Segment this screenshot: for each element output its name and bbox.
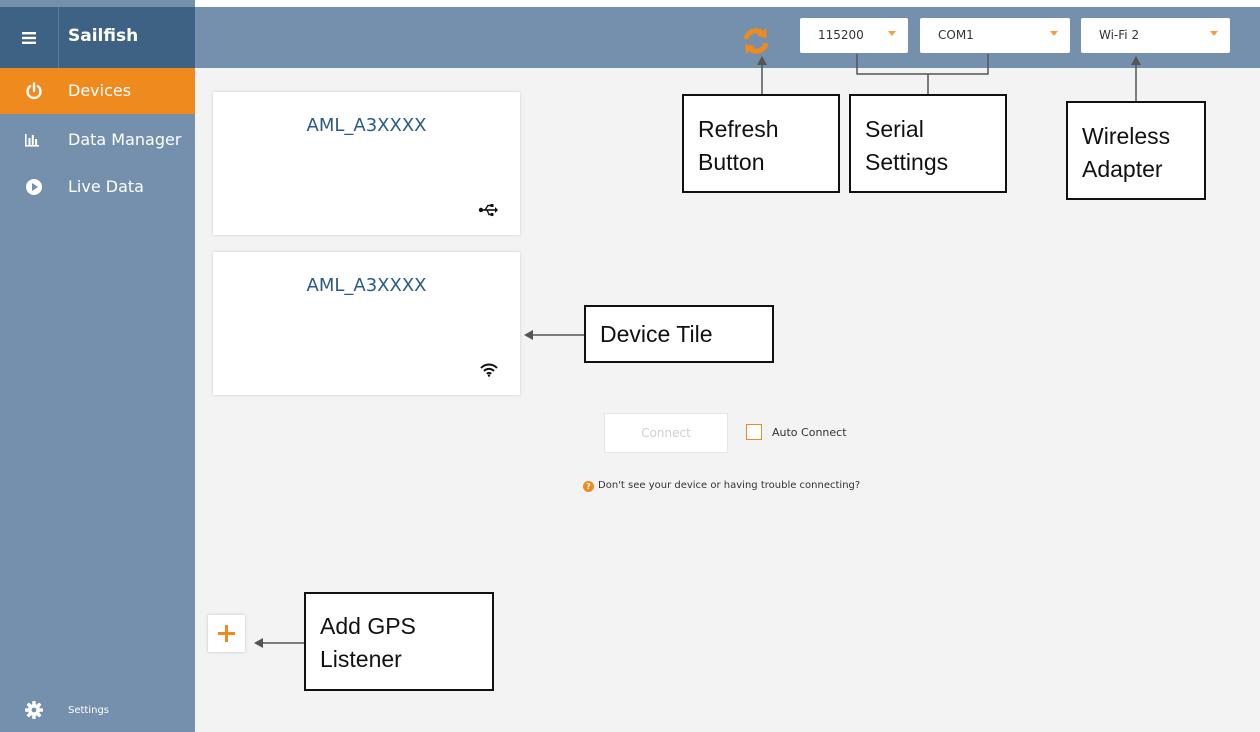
callout-line: Device Tile (600, 321, 713, 347)
refresh-icon (743, 28, 769, 54)
device-name: AML_A3XXXX (306, 115, 427, 136)
connection-help-link[interactable]: Don't see your device or having trouble … (598, 480, 860, 491)
power-icon (26, 82, 42, 100)
device-tile[interactable]: AML_A3XXXX (213, 92, 520, 235)
sidebar-item-label: Devices (68, 81, 132, 100)
callout-line: Settings (865, 149, 949, 175)
add-gps-listener-button[interactable] (208, 615, 245, 652)
com-port-select[interactable]: COM1 (920, 18, 1070, 53)
bar-chart-icon (25, 134, 39, 147)
callout-add-gps-listener: Add GPS Listener (304, 592, 494, 691)
callout-line: Refresh (698, 116, 779, 142)
com-port-value: COM1 (938, 28, 974, 42)
sidebar-item-data-manager[interactable]: Data Manager (0, 117, 195, 163)
chevron-down-icon (1050, 31, 1058, 36)
wireless-adapter-value: Wi-Fi 2 (1099, 28, 1140, 42)
callout-line: Button (698, 149, 765, 175)
callout-line: Wireless (1082, 123, 1171, 149)
chevron-down-icon (1210, 31, 1218, 36)
callout-line: Serial (865, 116, 924, 142)
hamburger-icon (22, 31, 36, 44)
callout-line: Add GPS (320, 613, 416, 639)
callout-device-tile: Device Tile (584, 305, 774, 363)
sidebar-item-label: Data Manager (68, 130, 182, 149)
sidebar-item-devices[interactable]: Devices (0, 68, 195, 114)
callout-serial-settings: Serial Settings (849, 94, 1007, 193)
callout-refresh-button: Refresh Button (682, 94, 840, 193)
sidebar-item-label: Live Data (68, 177, 144, 196)
sidebar-item-live-data[interactable]: Live Data (0, 164, 195, 210)
callout-line: Listener (320, 646, 402, 672)
header-divider (58, 7, 59, 68)
refresh-button[interactable] (739, 24, 773, 58)
baud-rate-select[interactable]: 115200 (800, 18, 908, 53)
app-header: Sailfish (0, 7, 195, 68)
auto-connect-checkbox[interactable] (746, 424, 762, 440)
settings-label: Settings (68, 705, 110, 716)
wifi-icon (480, 363, 498, 377)
callout-wireless-adapter: Wireless Adapter (1066, 101, 1206, 200)
baud-rate-value: 115200 (818, 28, 864, 42)
chevron-down-icon (888, 31, 896, 36)
app-title: Sailfish (68, 26, 139, 46)
play-icon (26, 179, 42, 195)
device-name: AML_A3XXXX (306, 275, 427, 296)
plus-icon (218, 625, 235, 642)
help-icon: ? (583, 481, 594, 492)
callout-line: Adapter (1082, 156, 1163, 182)
gear-icon (25, 701, 43, 719)
hamburger-menu-button[interactable] (0, 7, 58, 68)
usb-icon (478, 204, 498, 217)
connect-button[interactable]: Connect (604, 413, 728, 453)
sidebar-item-settings[interactable]: Settings (0, 694, 195, 728)
wireless-adapter-select[interactable]: Wi-Fi 2 (1081, 18, 1230, 53)
auto-connect-label: Auto Connect (772, 426, 847, 439)
device-tile[interactable]: AML_A3XXXX (213, 252, 520, 395)
sidebar: Sailfish Devices Data Manager Live Data (0, 0, 195, 732)
